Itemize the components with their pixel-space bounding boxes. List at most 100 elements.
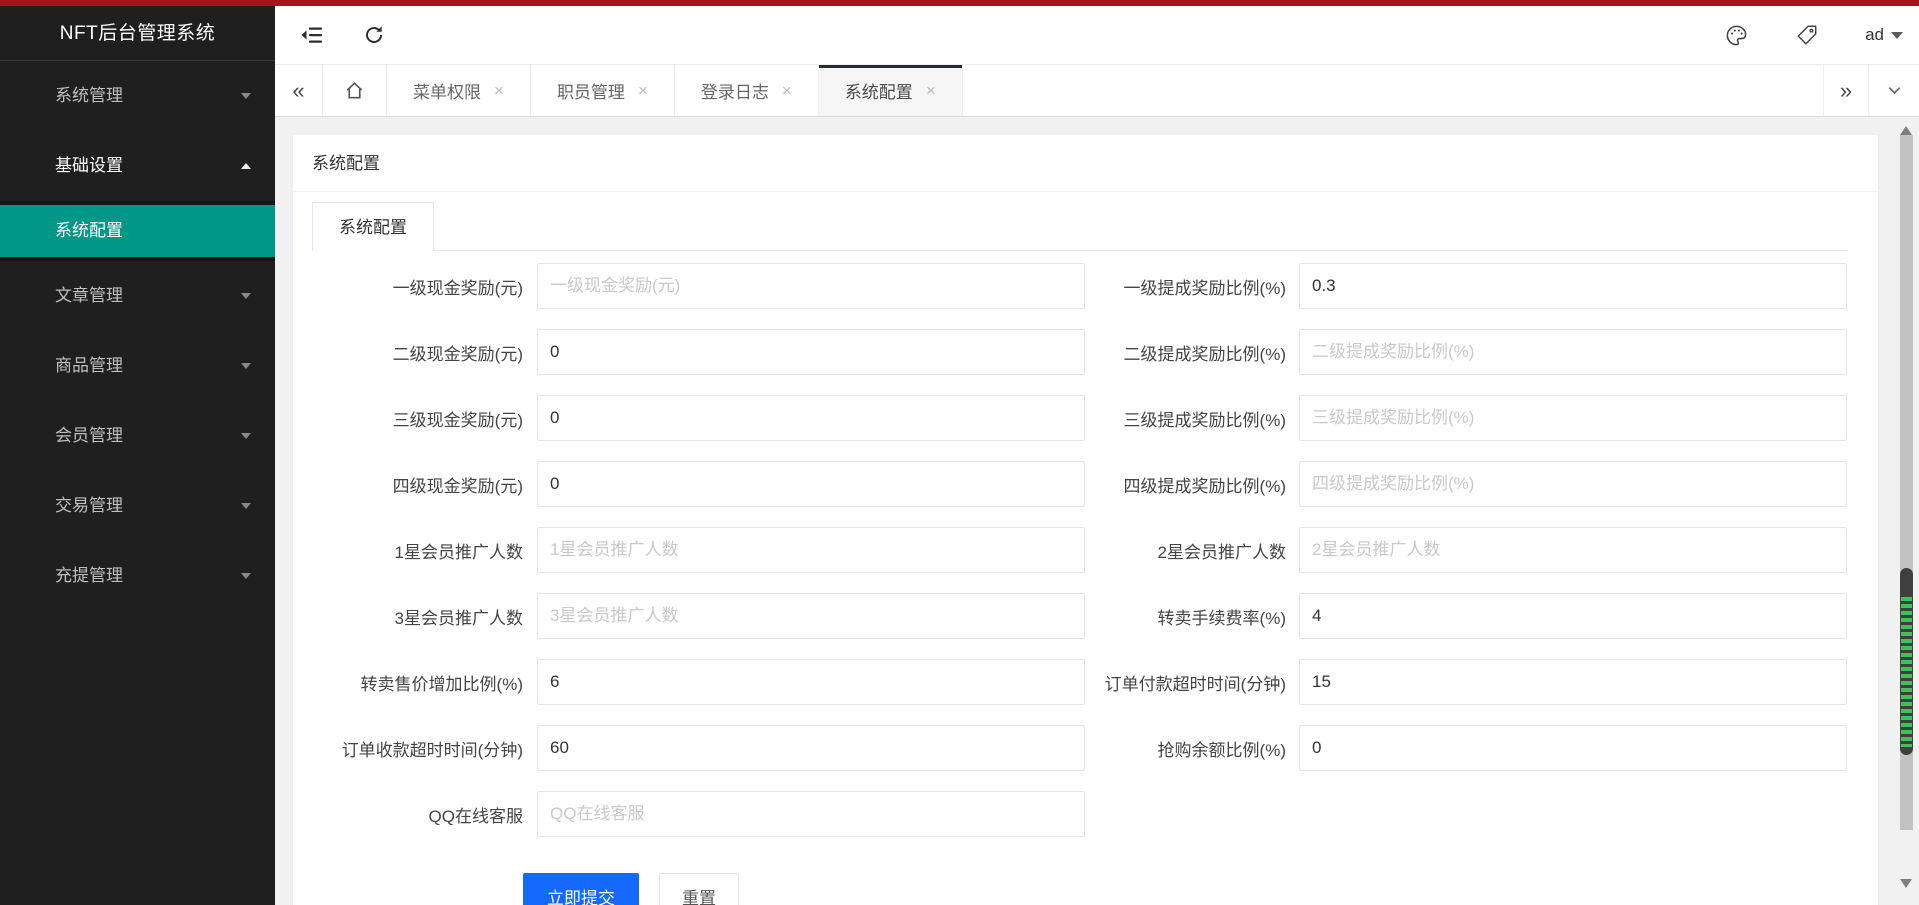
refresh-icon[interactable] [361,22,387,48]
scrollbar-thumb-stripes [1901,597,1912,747]
label-star3-promoters: 3星会员推广人数 [312,604,537,629]
tab-close-icon[interactable]: × [926,82,936,99]
system-config-form: 一级现金奖励(元) 一级提成奖励比例(%) 二级现金奖励(元) 二级提成奖励比例… [312,251,1847,837]
chevron-icon [241,573,251,579]
sidebar-item-recharge-withdraw-mgmt[interactable]: 充提管理 [0,541,275,611]
chevron-icon [241,363,251,369]
input-level3-commission[interactable] [1299,395,1847,441]
scrollbar-thumb[interactable] [1900,568,1913,755]
tab-label: 职员管理 [557,78,625,103]
sidebar-item-member-mgmt[interactable]: 会员管理 [0,401,275,471]
top-navbar: ad [275,6,1919,64]
tab-label: 菜单权限 [413,78,481,103]
navbar-right: ad [1723,22,1909,48]
sidebar-item-basic-settings[interactable]: 基础设置 [0,131,275,201]
sidebar-item-label: 交易管理 [55,496,123,515]
input-qq-online-service[interactable] [537,791,1085,837]
chevron-down-icon [1886,82,1903,99]
sidebar-menu: 系统管理 基础设置 系统配置 文章管理 商品管理 会员管理 [0,61,275,611]
label-level1-commission: 一级提成奖励比例(%) [1085,274,1299,299]
chevron-icon [241,433,251,439]
chevron-icon [241,293,251,299]
inner-tab-strip: 系统配置 [312,201,1847,251]
sidebar-item-label: 充提管理 [55,566,123,585]
input-level2-cash[interactable] [537,329,1085,375]
form-row: 3星会员推广人数 转卖手续费率(%) [312,593,1847,639]
label-level4-cash: 四级现金奖励(元) [312,472,537,497]
tab-system-config[interactable]: 系统配置 × [819,65,963,116]
menu-fold-icon[interactable] [299,22,325,48]
input-level1-cash[interactable] [537,263,1085,309]
sidebar-item-article-mgmt[interactable]: 文章管理 [0,261,275,331]
sidebar-item-label: 会员管理 [55,426,123,445]
chevron-icon [241,503,251,509]
sidebar-item-label: 文章管理 [55,286,123,305]
scrollbar-up-arrow[interactable] [1900,120,1912,135]
reset-button[interactable]: 重置 [659,873,739,905]
label-order-pay-timeout: 订单付款超时时间(分钟) [1085,670,1299,695]
scroll-tabs-right-button[interactable]: » [1823,65,1868,116]
input-level4-commission[interactable] [1299,461,1847,507]
tab-close-icon[interactable]: × [782,82,792,99]
brand-title: NFT后台管理系统 [0,6,275,61]
sidebar-item-trade-mgmt[interactable]: 交易管理 [0,471,275,541]
tab-menu-permissions[interactable]: 菜单权限 × [387,65,531,116]
username: ad [1865,25,1884,45]
form-row: QQ在线客服 [312,791,1847,837]
sidebar-item-system-mgmt[interactable]: 系统管理 [0,61,275,131]
form-row: 订单收款超时时间(分钟) 抢购余额比例(%) [312,725,1847,771]
tab-bar: « 菜单权限 × 职员管理 × 登录日志 × 系统配置 × » [275,64,1919,117]
tabbar-spacer [963,65,1823,116]
tag-icon[interactable] [1794,22,1820,48]
sidebar-item-goods-mgmt[interactable]: 商品管理 [0,331,275,401]
input-level4-cash[interactable] [537,461,1085,507]
label-resale-fee-rate: 转卖手续费率(%) [1085,604,1299,629]
input-level2-commission[interactable] [1299,329,1847,375]
label-level2-cash: 二级现金奖励(元) [312,340,537,365]
input-rush-balance-ratio[interactable] [1299,725,1847,771]
tab-staff-mgmt[interactable]: 职员管理 × [531,65,675,116]
input-order-collect-timeout[interactable] [537,725,1085,771]
form-row: 四级现金奖励(元) 四级提成奖励比例(%) [312,461,1847,507]
label-resale-markup-ratio: 转卖售价增加比例(%) [312,670,537,695]
form-actions: 立即提交 重置 [312,873,1847,905]
input-star2-promoters[interactable] [1299,527,1847,573]
input-star3-promoters[interactable] [537,593,1085,639]
label-order-collect-timeout: 订单收款超时时间(分钟) [312,736,537,761]
form-row: 二级现金奖励(元) 二级提成奖励比例(%) [312,329,1847,375]
label-star2-promoters: 2星会员推广人数 [1085,538,1299,563]
user-menu[interactable]: ad [1865,25,1909,45]
input-resale-markup-ratio[interactable] [537,659,1085,705]
home-icon [344,80,365,101]
caret-down-icon [1891,32,1903,39]
sidebar: NFT后台管理系统 系统管理 基础设置 系统配置 文章管理 商品管理 会员管理 [0,6,275,905]
input-star1-promoters[interactable] [537,527,1085,573]
chevron-icon [241,93,251,99]
label-qq-online-service: QQ在线客服 [312,802,537,827]
tab-login-log[interactable]: 登录日志 × [675,65,819,116]
form-row: 转卖售价增加比例(%) 订单付款超时时间(分钟) [312,659,1847,705]
card-body: 系统配置 一级现金奖励(元) 一级提成奖励比例(%) 二级现金奖励(元) 二级提… [293,192,1878,905]
inner-tab-system-config[interactable]: 系统配置 [312,202,434,251]
scrollbar-down-arrow[interactable] [1900,879,1912,894]
input-order-pay-timeout[interactable] [1299,659,1847,705]
submit-button[interactable]: 立即提交 [523,873,639,905]
scrollbar-track[interactable] [1900,135,1913,830]
chevron-icon [241,163,251,169]
scroll-tabs-left-button[interactable]: « [275,65,323,116]
form-row: 三级现金奖励(元) 三级提成奖励比例(%) [312,395,1847,441]
home-tab[interactable] [323,65,387,116]
label-star1-promoters: 1星会员推广人数 [312,538,537,563]
content-area: 系统配置 系统配置 一级现金奖励(元) 一级提成奖励比例(%) 二级现金奖励(元… [275,117,1919,905]
tab-close-icon[interactable]: × [494,82,504,99]
label-level3-commission: 三级提成奖励比例(%) [1085,406,1299,431]
input-level3-cash[interactable] [537,395,1085,441]
theme-palette-icon[interactable] [1723,22,1749,48]
label-level1-cash: 一级现金奖励(元) [312,274,537,299]
sidebar-subitem-system-config[interactable]: 系统配置 [0,205,275,257]
sidebar-item-label: 系统管理 [55,86,123,105]
tab-close-icon[interactable]: × [638,82,648,99]
input-level1-commission[interactable] [1299,263,1847,309]
tab-options-button[interactable] [1868,65,1919,116]
input-resale-fee-rate[interactable] [1299,593,1847,639]
